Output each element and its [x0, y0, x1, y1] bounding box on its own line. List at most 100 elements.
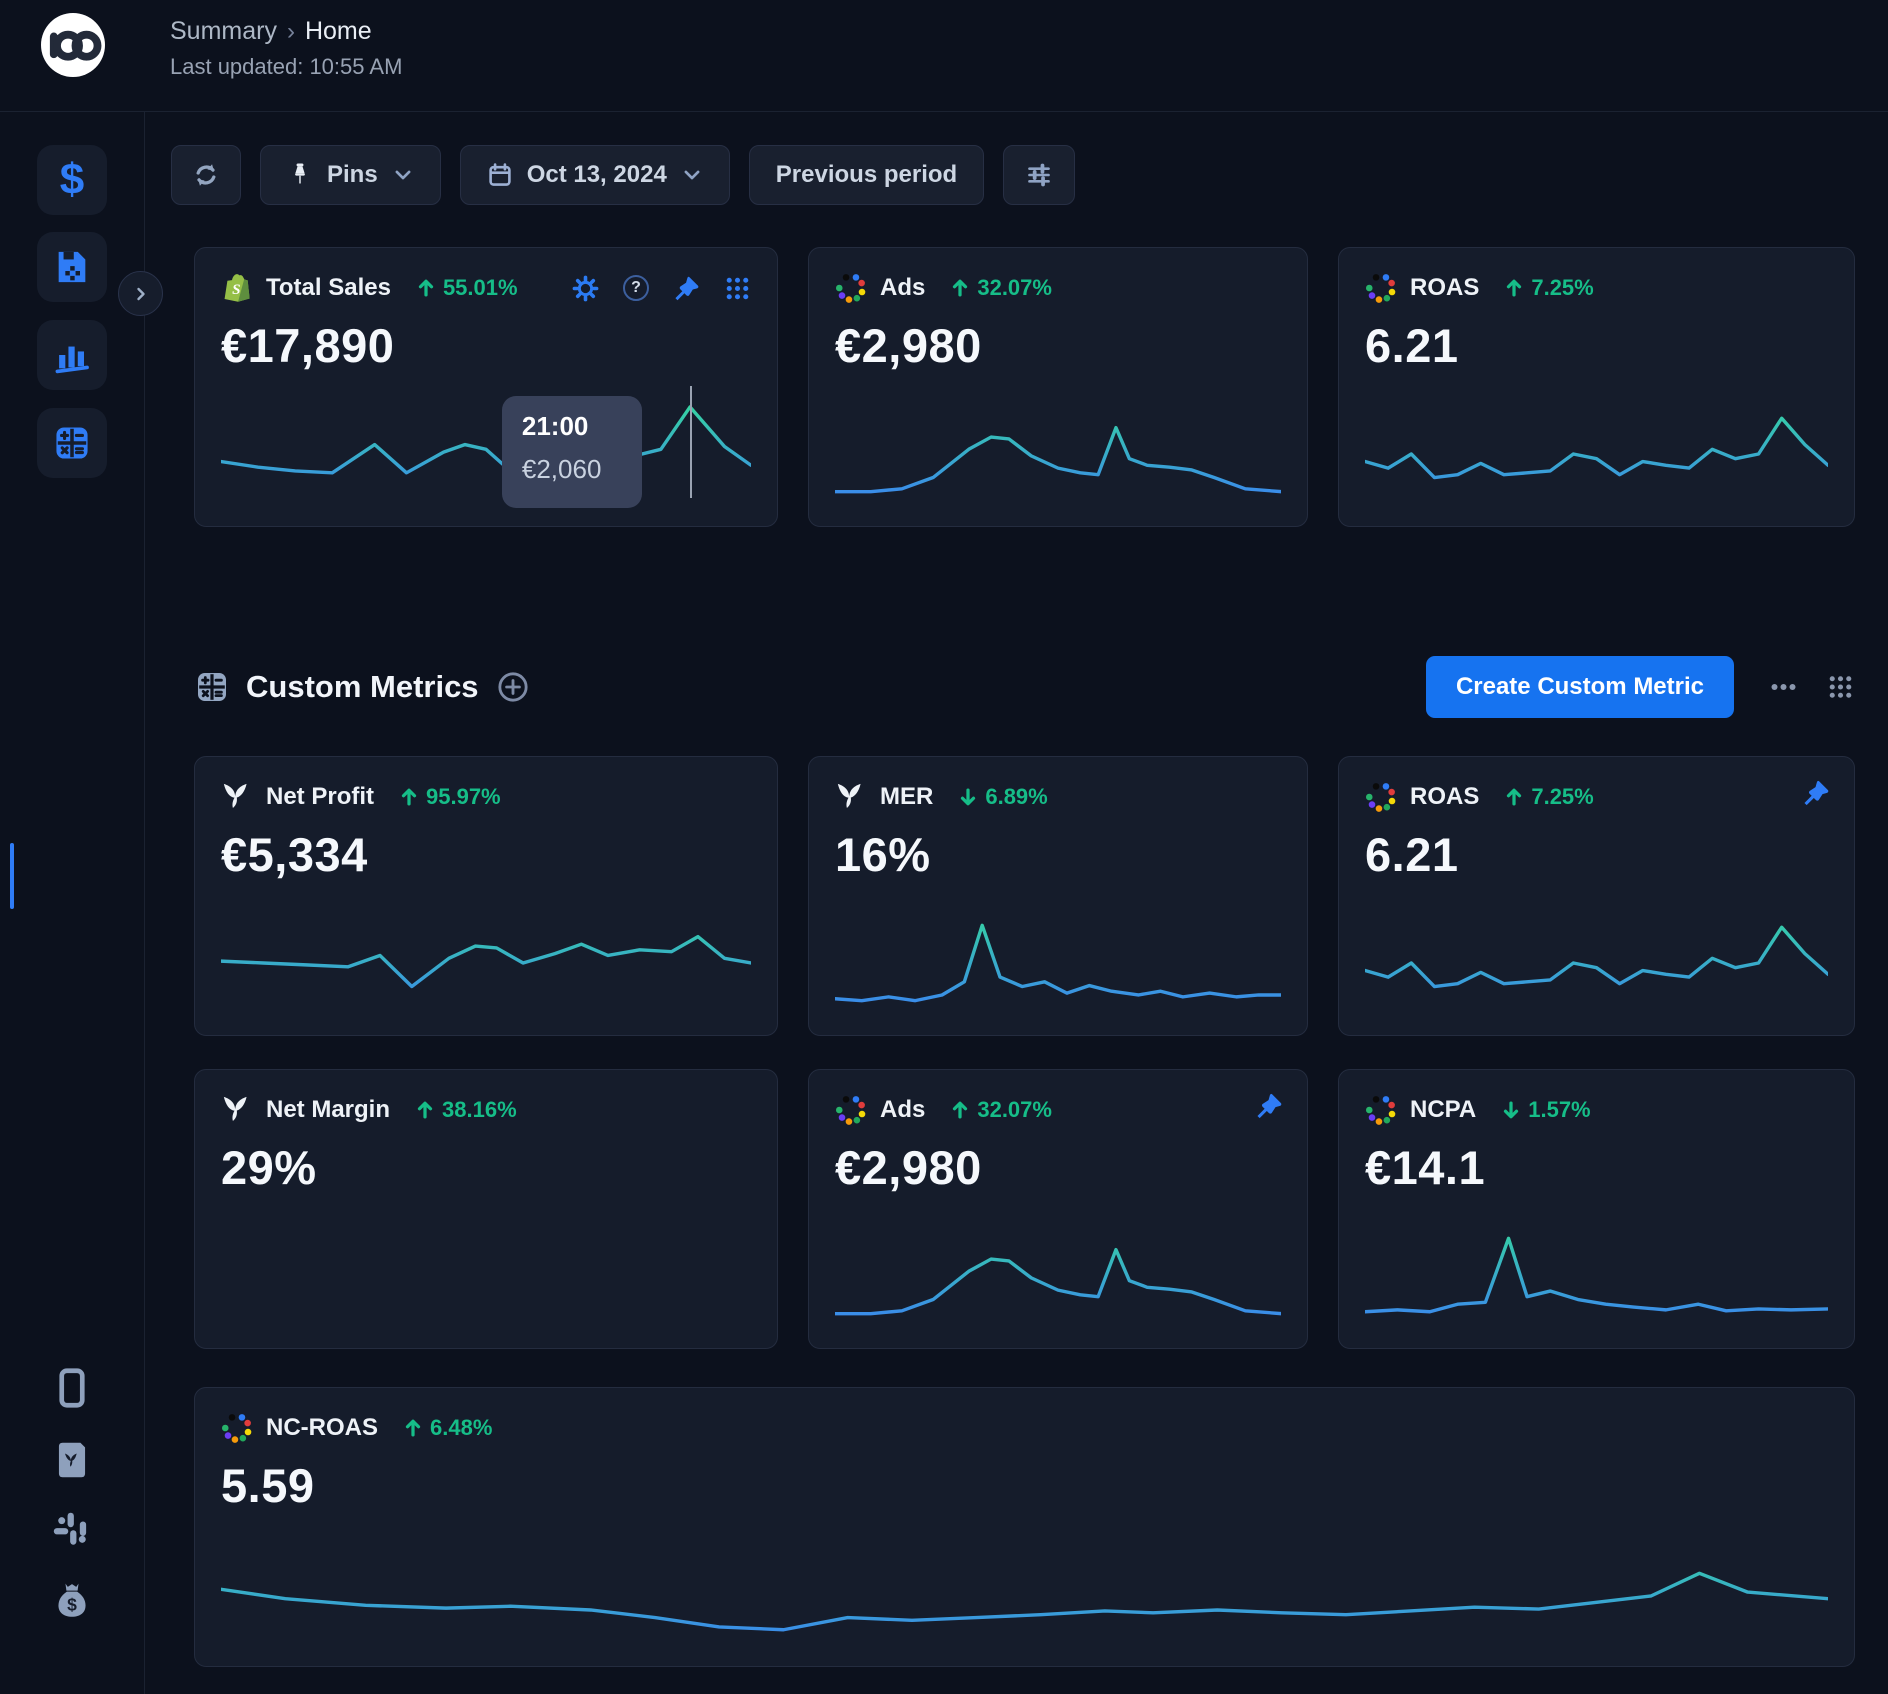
sliders-icon	[1026, 162, 1052, 188]
metric-title: Total Sales	[266, 274, 391, 302]
drag-handle-icon[interactable]	[724, 275, 751, 302]
arrow-up-icon	[415, 1100, 435, 1120]
arrow-up-icon	[416, 278, 436, 298]
sidebar-item-saved[interactable]	[37, 232, 107, 302]
metric-value: 6.21	[1365, 318, 1828, 373]
change-badge: 1.57%	[1501, 1097, 1590, 1123]
sparkline-chart[interactable]	[221, 911, 751, 1015]
arrow-down-icon	[1501, 1100, 1521, 1120]
chevron-right-icon	[132, 285, 150, 303]
metric-card-net-profit: Net Profit 95.97% €5,334	[194, 756, 778, 1036]
metric-card-net-margin: Net Margin 38.16% 29%	[194, 1069, 778, 1349]
tooltip-value: €2,060	[522, 454, 622, 485]
add-metric-icon[interactable]	[497, 671, 529, 703]
sidebar-item-slack[interactable]	[42, 1504, 102, 1556]
calculator-icon	[52, 423, 92, 463]
custom-metrics-row-2: Net Margin 38.16% 29% Ads 32.07% €2,98	[194, 1069, 1855, 1349]
blended-ads-icon	[835, 272, 867, 304]
metric-value: 16%	[835, 827, 1281, 882]
arrow-up-icon	[1504, 278, 1524, 298]
slack-icon	[51, 1509, 93, 1551]
chevron-down-icon	[392, 164, 414, 186]
arrow-up-icon	[950, 1100, 970, 1120]
blended-ads-icon	[221, 1412, 253, 1444]
whale-tail-icon	[835, 781, 867, 813]
breadcrumb-section[interactable]: Summary	[170, 17, 277, 46]
arrow-up-icon	[399, 787, 419, 807]
custom-metrics-row-1: Net Profit 95.97% €5,334 MER 6.89% 16%	[194, 756, 1855, 1036]
breadcrumb-page[interactable]: Home	[305, 17, 372, 46]
bar-chart-icon	[52, 335, 92, 375]
change-badge: 6.48%	[403, 1415, 492, 1441]
metric-value: €5,334	[221, 827, 751, 882]
metric-value: €2,980	[835, 318, 1281, 373]
blended-ads-icon	[1365, 1094, 1397, 1126]
chart-tooltip: 21:00 €2,060	[502, 396, 642, 508]
section-drag-handle-icon[interactable]	[1827, 674, 1854, 701]
filters-button[interactable]	[1003, 145, 1075, 205]
more-options-icon[interactable]	[1770, 674, 1797, 701]
sparkline-chart[interactable]	[1365, 402, 1828, 506]
refresh-button[interactable]	[171, 145, 241, 205]
sidebar-item-revenue[interactable]: $	[42, 1574, 102, 1626]
create-custom-metric-button[interactable]: Create Custom Metric	[1426, 656, 1734, 718]
breadcrumb-separator-icon: ›	[287, 18, 295, 46]
calculator-icon	[194, 669, 230, 705]
metric-title: ROAS	[1410, 783, 1479, 811]
pin-icon[interactable]	[673, 275, 700, 302]
metric-title: NCPA	[1410, 1096, 1476, 1124]
pushpin-icon	[287, 162, 313, 188]
sparkline-chart[interactable]	[835, 911, 1281, 1015]
compare-label: Previous period	[776, 161, 957, 189]
sparkline-chart[interactable]	[1365, 1224, 1828, 1328]
change-badge: 38.16%	[415, 1097, 517, 1123]
save-icon	[52, 247, 92, 287]
metric-value: 6.21	[1365, 827, 1828, 882]
whale-book-icon	[51, 1439, 93, 1481]
metric-card-roas-custom: ROAS 7.25% 6.21	[1338, 756, 1855, 1036]
pin-icon[interactable]	[1255, 1092, 1283, 1120]
sparkline-chart[interactable]	[835, 1224, 1281, 1328]
help-icon[interactable]: ?	[623, 275, 649, 301]
top-header-bar: Summary › Home Last updated: 10:55 AM	[0, 0, 1888, 112]
change-badge: 55.01%	[416, 275, 518, 301]
sparkline-chart[interactable]	[835, 402, 1281, 506]
arrow-up-icon	[1504, 787, 1524, 807]
calendar-icon	[487, 162, 513, 188]
compare-period-button[interactable]: Previous period	[749, 145, 984, 205]
settings-gear-icon[interactable]	[572, 275, 599, 302]
metric-card-nc-roas: NC-ROAS 6.48% 5.59	[194, 1387, 1855, 1667]
metric-value: 29%	[221, 1140, 751, 1195]
money-bag-icon: $	[51, 1579, 93, 1621]
sidebar-item-mobile-app[interactable]	[42, 1362, 102, 1414]
custom-metrics-section-header: Custom Metrics Create Custom Metric	[194, 656, 1854, 718]
arrow-up-icon	[950, 278, 970, 298]
sidebar-item-analytics[interactable]	[37, 320, 107, 390]
sidebar-item-apps[interactable]	[42, 1434, 102, 1486]
sparkline-chart[interactable]	[1365, 911, 1828, 1015]
whale-tail-icon	[221, 781, 253, 813]
sparkline-chart[interactable]: 21:00 €2,060	[221, 402, 751, 506]
sidebar-item-custom-metrics[interactable]	[37, 408, 107, 478]
metric-title: NC-ROAS	[266, 1414, 378, 1442]
metric-value: 5.59	[221, 1458, 1828, 1513]
active-nav-indicator	[10, 843, 14, 909]
pin-icon[interactable]	[1802, 779, 1830, 807]
pins-dropdown[interactable]: Pins	[260, 145, 441, 205]
change-badge: 7.25%	[1504, 784, 1593, 810]
sidebar-item-sales[interactable]: $	[37, 145, 107, 215]
pins-label: Pins	[327, 161, 378, 189]
last-updated-text: Last updated: 10:55 AM	[170, 54, 402, 80]
svg-text:S: S	[232, 282, 240, 298]
dollar-icon: $	[60, 155, 84, 205]
metric-card-roas: ROAS 7.25% 6.21	[1338, 247, 1855, 527]
change-badge: 32.07%	[950, 275, 1052, 301]
metric-value: €14.1	[1365, 1140, 1828, 1195]
sparkline-chart[interactable]	[221, 1542, 1828, 1646]
sidebar-expand-button[interactable]	[118, 271, 163, 316]
breadcrumb: Summary › Home	[170, 17, 402, 46]
date-picker-button[interactable]: Oct 13, 2024	[460, 145, 730, 205]
pinned-metrics-row: S Total Sales 55.01% ?	[194, 247, 1855, 527]
app-logo[interactable]	[41, 13, 105, 77]
metric-title: MER	[880, 783, 933, 811]
